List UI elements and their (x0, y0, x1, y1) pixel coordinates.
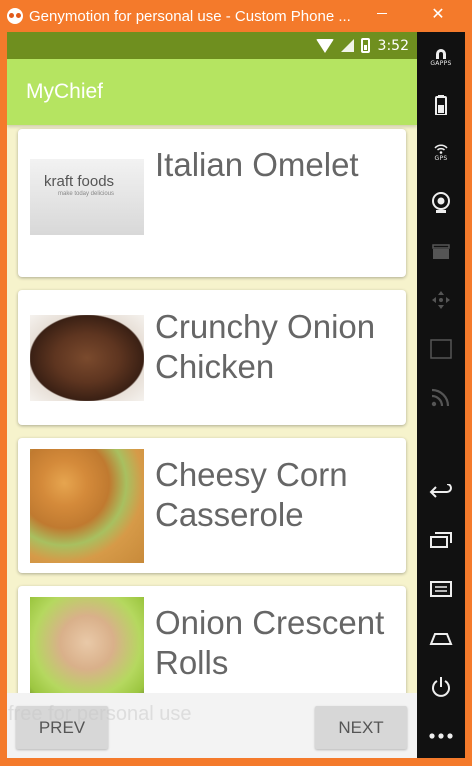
genymotion-logo-icon (7, 8, 23, 24)
recipe-title: Onion Crescent Rolls (155, 604, 385, 681)
back-button[interactable] (417, 480, 465, 504)
recipe-card[interactable]: kraft foods make today delicious Italian… (18, 129, 406, 277)
recipe-image (30, 315, 144, 401)
rss-icon (431, 388, 450, 407)
app-title: MyChief (26, 80, 104, 103)
gps-button[interactable]: GPS (417, 140, 465, 166)
menu-icon (430, 581, 452, 597)
battery-tool-icon (435, 95, 447, 115)
rss-button (417, 385, 465, 409)
dpad-icon (432, 291, 450, 309)
recipe-card[interactable]: Crunchy Onion Chicken (18, 290, 406, 425)
next-button[interactable]: NEXT (315, 706, 407, 749)
watermark: free for personal use (8, 703, 192, 725)
signal-icon (340, 39, 354, 52)
recipe-card[interactable]: Onion Crescent Rolls (18, 586, 406, 697)
gps-icon (434, 144, 448, 154)
camera-button[interactable] (417, 190, 465, 216)
emulator-toolbar: GAPPS GPS (417, 32, 465, 758)
power-icon (432, 677, 450, 697)
gapps-icon (436, 49, 446, 59)
dpad-button (417, 288, 465, 312)
close-button[interactable]: ✕ (416, 0, 460, 26)
status-bar: 3:52 (7, 32, 417, 59)
home-icon (429, 633, 453, 645)
kraft-logo-text: kraft foods (44, 173, 115, 190)
menu-button[interactable] (417, 577, 465, 601)
phone-screen: 3:52 MyChief kraft foods make today deli… (7, 32, 417, 758)
capture-button (417, 240, 465, 264)
recipe-list[interactable]: kraft foods make today delicious Italian… (7, 127, 417, 697)
gapps-label: GAPPS (430, 60, 452, 67)
id-icon (430, 339, 452, 359)
webcam-icon (432, 192, 450, 213)
window-title: Genymotion for personal use - Custom Pho… (29, 7, 351, 25)
status-time: 3:52 (377, 37, 409, 54)
recipe-image (30, 449, 144, 563)
more-button[interactable] (417, 726, 465, 746)
kraft-logo-subtext: make today delicious (58, 191, 115, 197)
app-bar: MyChief (7, 59, 417, 125)
minimize-icon (377, 12, 387, 14)
clapperboard-icon (432, 244, 450, 259)
recent-apps-button[interactable] (417, 528, 465, 552)
recipe-image (30, 597, 144, 697)
wifi-icon (315, 38, 334, 53)
recipe-image: kraft foods make today delicious (30, 159, 144, 235)
kraft-foods-logo: kraft foods make today delicious (44, 173, 114, 197)
power-button[interactable] (417, 674, 465, 700)
more-icon (429, 733, 453, 739)
id-button (417, 337, 465, 361)
gps-label: GPS (434, 155, 448, 162)
recent-apps-icon (430, 532, 452, 548)
recipe-card[interactable]: Cheesy Corn Casserole (18, 438, 406, 573)
recipe-title: Cheesy Corn Casserole (155, 456, 348, 533)
recipe-title: Italian Omelet (155, 146, 359, 183)
home-button[interactable] (417, 626, 465, 650)
back-icon (429, 484, 452, 498)
minimize-button[interactable] (360, 0, 404, 26)
emulator-window: Genymotion for personal use - Custom Pho… (0, 0, 472, 766)
gapps-button[interactable]: GAPPS (417, 44, 465, 70)
recipe-title: Crunchy Onion Chicken (155, 308, 376, 385)
battery-icon (360, 38, 370, 53)
battery-button[interactable] (417, 92, 465, 118)
